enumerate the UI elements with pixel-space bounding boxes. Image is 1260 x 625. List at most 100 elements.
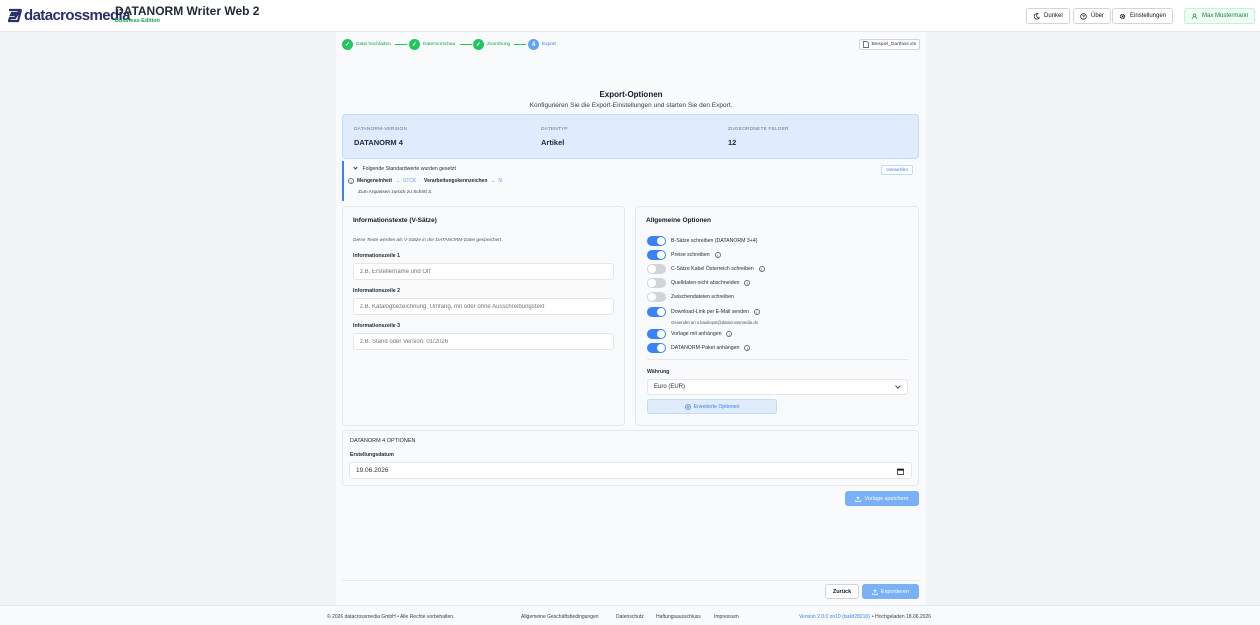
toggle-switch[interactable] — [647, 264, 666, 274]
info-icon[interactable]: i — [744, 280, 751, 286]
bullet-separator: · — [419, 178, 422, 184]
save-template-button[interactable]: Vorlage speichern — [845, 491, 919, 506]
step-mapping[interactable]: ✓ Zuordnung — [473, 39, 510, 50]
summary-value: DATANORM 4 — [354, 138, 403, 147]
step-preview[interactable]: ✓ Datenvorschau — [409, 39, 455, 50]
option-temp-files[interactable]: Zwischendateien schreiben — [647, 292, 734, 302]
option-b-records[interactable]: B-Sätze schreiben (DATANORM 3+4) — [647, 236, 757, 246]
company-logo[interactable]: datacrossmedia — [8, 7, 130, 24]
card-title: Allgemeine Optionen — [646, 217, 712, 224]
user-menu-button[interactable]: Max Mustermann — [1184, 8, 1256, 24]
toggle-switch[interactable] — [647, 343, 666, 353]
privacy-link[interactable]: Datenschutz — [616, 614, 644, 620]
toggle-switch[interactable] — [647, 250, 666, 260]
logo-text: datacrossmedia — [24, 7, 130, 24]
defaults-toggle[interactable]: Folgende Standardwerte wurden gesetzt — [353, 165, 456, 172]
discard-button[interactable]: Verwerfen — [881, 165, 913, 175]
user-name: Max Mustermann — [1202, 13, 1249, 19]
info-icon[interactable]: i — [714, 252, 721, 258]
app-header: datacrossmedia DATANORM Writer Web 2 Bus… — [0, 0, 1260, 32]
logo-mark-icon — [8, 8, 22, 23]
advanced-options-button[interactable]: Erweiterte Optionen — [647, 399, 777, 414]
option-email-link[interactable]: Download-Link per E-Mail senden i — [647, 307, 760, 317]
info-icon[interactable]: i — [726, 331, 733, 337]
check-icon: ✓ — [409, 39, 420, 50]
info-icon[interactable]: i — [758, 266, 765, 272]
export-button[interactable]: Exportieren — [862, 584, 919, 599]
summary-type: DATENTYP Artikel — [541, 127, 568, 147]
option-label: DATANORM-Paket anhängen — [671, 345, 740, 351]
check-icon: ✓ — [342, 39, 353, 50]
option-label: Quelldaten nicht abschneiden — [671, 280, 740, 286]
edition-label: Business-Edition — [115, 18, 160, 24]
upload-icon — [872, 588, 878, 595]
step-connector — [514, 44, 526, 45]
back-button[interactable]: Zurück — [825, 584, 859, 599]
option-attach-template[interactable]: Vorlage mit anhängen i — [647, 329, 733, 339]
settings-button[interactable]: Einstellungen — [1112, 8, 1174, 24]
copyright: © 2026 datacrossmedia GmbH • Alle Rechte… — [327, 614, 455, 620]
summary-label: DATANORM-VERSION — [354, 127, 408, 132]
creation-date-input[interactable]: 19.06.2026 — [349, 462, 912, 479]
option-label: Download-Link per E-Mail senden — [671, 309, 749, 315]
currency-value: Euro (EUR) — [654, 384, 686, 390]
card-title: DATANORM 4 OPTIONEN — [350, 438, 416, 444]
unit-value: STCK — [403, 178, 417, 184]
about-label: Über — [1091, 13, 1105, 19]
info-line-3-input[interactable] — [353, 333, 614, 350]
info-line-2-input[interactable] — [353, 298, 614, 315]
info-line-1-input[interactable] — [353, 263, 614, 280]
option-attach-package[interactable]: DATANORM-Paket anhängen i — [647, 343, 751, 353]
defaults-note: Zum Anpassen zurück zu Schritt 3. — [358, 190, 433, 195]
toggle-switch[interactable] — [647, 329, 666, 339]
field-label: Informationszeile 1 — [353, 253, 400, 259]
page-subtitle: Konfigurieren Sie die Export-Einstellung… — [529, 102, 733, 109]
gear-icon — [1119, 13, 1126, 19]
option-label: Vorlage mit anhängen — [671, 331, 722, 337]
summary-label: ZUGEORDNETE FELDER — [728, 127, 789, 132]
upload-info: • Hochgeladen 18.06.2026 — [872, 614, 932, 620]
option-c-records[interactable]: C-Sätze Kabel Österreich schreiben i — [647, 264, 765, 274]
info-icon[interactable]: i — [753, 309, 760, 315]
plus-circle-icon — [684, 403, 691, 410]
imprint-link[interactable]: Impressum — [714, 614, 739, 620]
page-title: Export-Optionen — [599, 90, 663, 99]
step-label: Export — [542, 42, 556, 47]
currency-select[interactable]: Euro (EUR) — [647, 379, 908, 395]
step-number: 4 — [528, 39, 539, 50]
option-label: B-Sätze schreiben (DATANORM 3+4) — [671, 238, 758, 244]
arrow-icon: → — [490, 178, 496, 184]
liability-link[interactable]: Haftungsausschluss — [656, 614, 701, 620]
card-title: Informationstexte (V-Sätze) — [353, 217, 437, 224]
calendar-icon[interactable] — [897, 468, 904, 475]
summary-label: DATENTYP — [541, 127, 568, 132]
unit-label: Mengeneinheit — [357, 178, 393, 184]
export-panel: ✓ Datei hochladen ✓ Datenvorschau ✓ Zuor… — [336, 32, 926, 605]
step-upload[interactable]: ✓ Datei hochladen — [342, 39, 391, 50]
summary-value: 12 — [728, 138, 737, 147]
option-no-truncate[interactable]: Quelldaten nicht abschneiden i — [647, 278, 751, 288]
dark-mode-button[interactable]: Dunkel — [1026, 8, 1070, 24]
about-button[interactable]: Über — [1073, 8, 1112, 24]
step-connector — [460, 44, 472, 45]
option-prices[interactable]: Preise schreiben i — [647, 250, 721, 260]
toggle-switch[interactable] — [647, 292, 666, 302]
summary-value: Artikel — [541, 138, 565, 147]
toggle-switch[interactable] — [647, 278, 666, 288]
export-summary: DATANORM-VERSION DATANORM 4 DATENTYP Art… — [342, 114, 919, 159]
processing-value: N — [498, 178, 503, 184]
toggle-switch[interactable] — [647, 307, 666, 317]
file-icon — [863, 41, 870, 48]
general-options-card: Allgemeine Optionen B-Sätze schreiben (D… — [635, 206, 919, 426]
defaults-title: Folgende Standardwerte wurden gesetzt — [362, 166, 456, 172]
agb-link[interactable]: Allgemeine Geschäftsbedingungen — [521, 614, 599, 620]
info-icon: i — [348, 178, 354, 184]
app-title: DATANORM Writer Web 2 — [115, 4, 260, 18]
info-icon[interactable]: i — [744, 345, 751, 351]
file-name: Beispiel_Dartfass.xls — [871, 42, 916, 47]
summary-version: DATANORM-VERSION DATANORM 4 — [354, 127, 407, 147]
field-label: Informationszeile 2 — [353, 288, 400, 294]
step-export[interactable]: 4 Export — [528, 39, 556, 50]
toggle-switch[interactable] — [647, 236, 666, 246]
defaults-values: i Mengeneinheit → STCK · Verarbeitungske… — [348, 178, 502, 184]
